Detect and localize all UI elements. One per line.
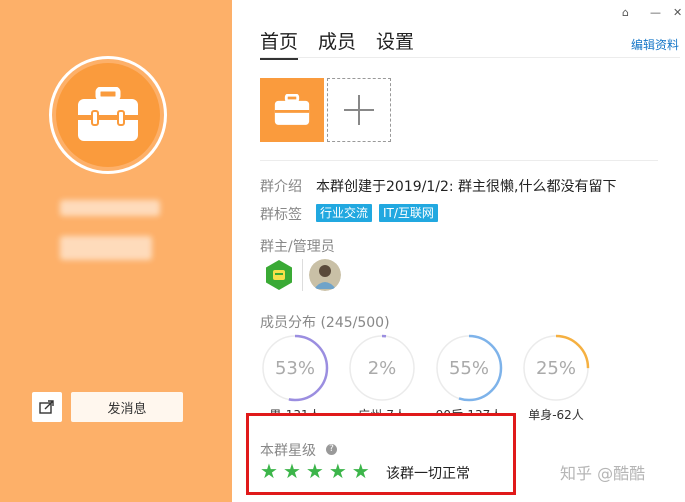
watermark: 知乎 @酷酷 <box>560 464 646 483</box>
close-button[interactable]: ✕ <box>673 6 682 19</box>
help-icon[interactable]: ? <box>326 444 337 455</box>
briefcase-icon <box>274 94 310 125</box>
tab-bar: 首页 成员 设置 <box>260 27 414 60</box>
briefcase-icon <box>56 63 160 167</box>
edit-profile-link[interactable]: 编辑资料 <box>631 36 679 53</box>
tab-home[interactable]: 首页 <box>260 27 299 60</box>
ring-location: 2% <box>348 334 416 402</box>
group-name-blurred <box>60 200 160 216</box>
group-photo-thumbnail[interactable] <box>260 78 324 142</box>
ring-caption: 单身-62人 <box>528 408 584 422</box>
tab-underline <box>260 57 680 58</box>
send-message-button[interactable]: 发消息 <box>71 392 183 422</box>
tab-members[interactable]: 成员 <box>318 27 356 60</box>
group-intro-text: 本群创建于2019/1/2: 群主很懒,什么都没有留下 <box>316 179 617 195</box>
plus-icon <box>344 95 374 125</box>
rating-label: 本群星级 <box>260 443 316 459</box>
pin-icon[interactable]: ⌂ <box>622 6 629 19</box>
share-icon <box>39 400 54 414</box>
group-profile-panel: 发消息 <box>0 0 232 502</box>
star-icon: ★ <box>328 459 347 483</box>
ring-percent: 2% <box>367 357 397 379</box>
ring-percent: 53% <box>274 357 315 379</box>
group-id-blurred <box>60 236 152 260</box>
group-intro-label: 群介绍 <box>260 179 302 195</box>
star-icon: ★ <box>305 459 324 483</box>
admin-avatar[interactable] <box>309 259 341 291</box>
ring-age: 55% <box>435 334 503 402</box>
star-icon: ★ <box>351 459 370 483</box>
minimize-button[interactable]: — <box>650 6 661 19</box>
ring-percent: 55% <box>448 357 489 379</box>
admins-label: 群主/管理员 <box>260 239 335 255</box>
ring-percent: 25% <box>535 357 576 379</box>
star-icon: ★ <box>260 459 278 483</box>
group-avatar[interactable] <box>49 56 167 174</box>
rating-status-text: 该群一切正常 <box>386 466 470 482</box>
tag-industry-exchange[interactable]: 行业交流 <box>316 204 373 222</box>
ring-gender: 53% <box>261 334 329 402</box>
member-stats-label: 成员分布 (245/500) <box>260 315 390 331</box>
add-photo-button[interactable] <box>327 78 391 142</box>
star-icon: ★ <box>282 459 301 483</box>
tag-it-internet[interactable]: IT/互联网 <box>379 204 438 222</box>
admin-divider <box>302 259 303 291</box>
rating-stars: ★ ★ ★ ★ ★ <box>260 460 370 482</box>
tab-settings[interactable]: 设置 <box>376 27 414 60</box>
divider <box>260 160 658 161</box>
owner-avatar[interactable] <box>263 259 295 291</box>
group-tags-label: 群标签 <box>260 207 302 223</box>
ring-single: 25% <box>522 334 590 402</box>
share-button[interactable] <box>32 392 62 422</box>
